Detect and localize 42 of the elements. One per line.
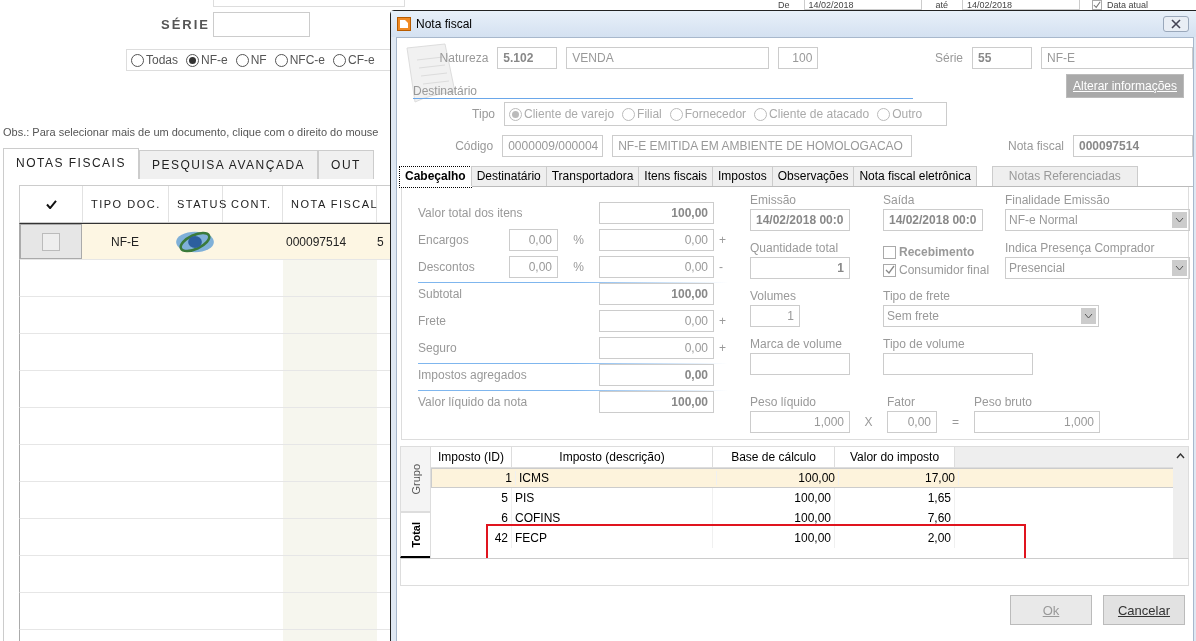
finalidade-label: Finalidade Emissão [1005, 193, 1111, 207]
percent-sign: % [572, 259, 585, 274]
saida-label: Saída [883, 193, 916, 207]
natureza-label: Natureza [438, 51, 489, 65]
section-heading: Destinatário [413, 78, 913, 99]
operator-sign: + [719, 340, 726, 355]
operator-sign: - [719, 259, 723, 274]
equals-sign: = [951, 414, 960, 431]
selection-note: Obs.: Para selecionar mais de um documento, clique com o direito do mouse [3, 126, 379, 138]
operator-sign: + [719, 232, 726, 247]
total-label: Encargos [418, 232, 470, 247]
tipo-frete-label: Tipo de frete [883, 289, 951, 303]
serie-label: Série [934, 51, 963, 65]
peso-liquido-label: Peso líquido [750, 395, 818, 409]
tipo-label: Tipo [471, 107, 495, 121]
total-label: Descontos [418, 259, 476, 274]
tipo-volume-label: Tipo de volume [883, 337, 966, 351]
peso-bruto-label: Peso bruto [974, 395, 1034, 409]
fator-label: Fator [887, 395, 916, 409]
total-label: Valor líquido da nota [418, 394, 529, 409]
operator-sign: + [719, 313, 726, 328]
table-cell-text: 5 [376, 233, 385, 251]
total-label: Subtotal [418, 286, 464, 301]
codigo-label: Código [454, 139, 494, 153]
total-label: Seguro [418, 340, 458, 355]
table-cell-text: NF-E [110, 233, 140, 251]
marca-volume-label: Marca de volume [750, 337, 844, 351]
table-cell-text: 000097514 [285, 233, 348, 251]
date-from-label: De [777, 0, 791, 10]
volumes-label: Volumes [750, 289, 798, 303]
quantidade-label: Quantidade total [750, 241, 840, 255]
total-label: Impostos agregados [418, 367, 528, 382]
percent-sign: % [572, 232, 585, 247]
total-label: Frete [418, 313, 447, 328]
emissao-label: Emissão [750, 193, 797, 207]
serie-label: SÉRIE [161, 17, 211, 32]
multiply-sign: X [863, 414, 874, 431]
nota-fiscal-label: Nota fiscal [1006, 139, 1064, 153]
total-label: Valor total dos itens [418, 205, 524, 220]
window-title: Nota fiscal [416, 17, 473, 31]
presenca-label: Indica Presença Comprador [1005, 241, 1156, 255]
date-to-label: até [934, 0, 950, 10]
